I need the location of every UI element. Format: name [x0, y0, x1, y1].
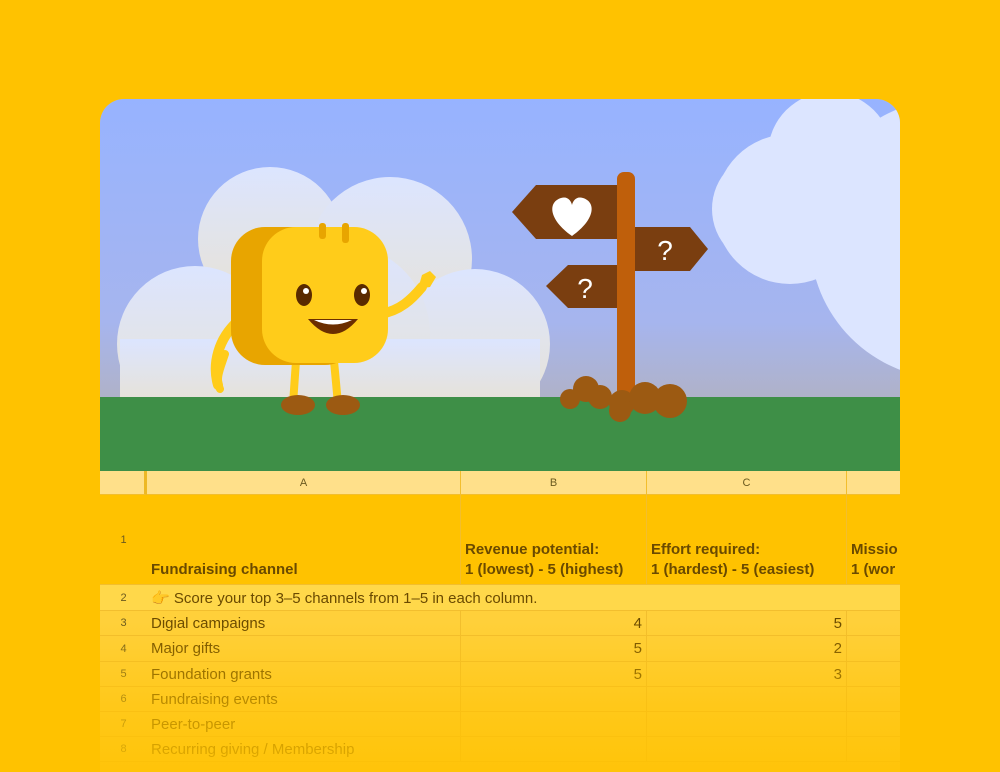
mission-cell[interactable]	[847, 737, 900, 761]
sign-question-icon: ?	[657, 235, 673, 266]
effort-cell[interactable]	[647, 737, 847, 761]
select-all-corner[interactable]	[100, 471, 147, 495]
sign-question-icon: ?	[577, 273, 593, 304]
table-row: Foundation grants 5 3	[147, 662, 900, 687]
effort-cell[interactable]	[647, 712, 847, 736]
row-header[interactable]: 5	[100, 662, 147, 687]
revenue-cell[interactable]: 4	[461, 611, 647, 635]
row-header[interactable]: 1	[100, 495, 147, 585]
channel-cell[interactable]: Recurring giving / Membership	[147, 737, 461, 761]
row-header[interactable]: 8	[100, 737, 147, 762]
column-header-d[interactable]	[847, 471, 900, 495]
table-row: 👉 Score your top 3–5 channels from 1–5 i…	[147, 585, 900, 611]
channel-cell[interactable]: Foundation grants	[147, 662, 461, 686]
table-row: Major gifts 5 2	[147, 636, 900, 662]
mission-cell[interactable]	[847, 611, 900, 635]
row-header[interactable]: 6	[100, 687, 147, 712]
table-row: Recurring giving / Membership	[147, 737, 900, 762]
column-header-a[interactable]: A	[147, 471, 461, 495]
table-row: Fundraising channel Revenue potential: 1…	[147, 495, 900, 585]
header-cell-channel[interactable]: Fundraising channel	[147, 495, 461, 584]
effort-cell[interactable]: 5	[647, 611, 847, 635]
column-header-b[interactable]: B	[461, 471, 647, 495]
header-cell-revenue[interactable]: Revenue potential: 1 (lowest) - 5 (highe…	[461, 495, 647, 584]
revenue-cell[interactable]: 5	[461, 636, 647, 661]
revenue-cell[interactable]	[461, 737, 647, 761]
mission-cell[interactable]	[847, 636, 900, 661]
illustration-card: ? ? A B C 1 Fundraising channel Revenue …	[100, 99, 900, 772]
revenue-cell[interactable]: 5	[461, 662, 647, 686]
mission-cell[interactable]	[847, 687, 900, 711]
table-row: Peer-to-peer	[147, 712, 900, 737]
channel-cell[interactable]: Digial campaigns	[147, 611, 461, 635]
column-header-c[interactable]: C	[647, 471, 847, 495]
instruction-cell[interactable]: 👉 Score your top 3–5 channels from 1–5 i…	[147, 585, 900, 610]
effort-cell[interactable]	[647, 687, 847, 711]
row-header[interactable]: 7	[100, 712, 147, 737]
grass	[100, 397, 900, 471]
row-header[interactable]: 4	[100, 636, 147, 662]
revenue-cell[interactable]	[461, 687, 647, 711]
channel-cell[interactable]: Major gifts	[147, 636, 461, 661]
mission-cell[interactable]	[847, 712, 900, 736]
mission-cell[interactable]	[847, 662, 900, 686]
row-header[interactable]: 3	[100, 611, 147, 636]
spreadsheet: A B C 1 Fundraising channel Revenue pote…	[100, 471, 900, 772]
header-cell-mission[interactable]: Missio 1 (wor	[847, 495, 900, 584]
header-cell-effort[interactable]: Effort required: 1 (hardest) - 5 (easies…	[647, 495, 847, 584]
channel-cell[interactable]: Fundraising events	[147, 687, 461, 711]
illustration-scene: ? ?	[100, 99, 900, 471]
row-header[interactable]: 2	[100, 585, 147, 611]
table-row: Fundraising events	[147, 687, 900, 712]
table-row: Digial campaigns 4 5	[147, 611, 900, 636]
effort-cell[interactable]: 2	[647, 636, 847, 661]
revenue-cell[interactable]	[461, 712, 647, 736]
effort-cell[interactable]: 3	[647, 662, 847, 686]
channel-cell[interactable]: Peer-to-peer	[147, 712, 461, 736]
